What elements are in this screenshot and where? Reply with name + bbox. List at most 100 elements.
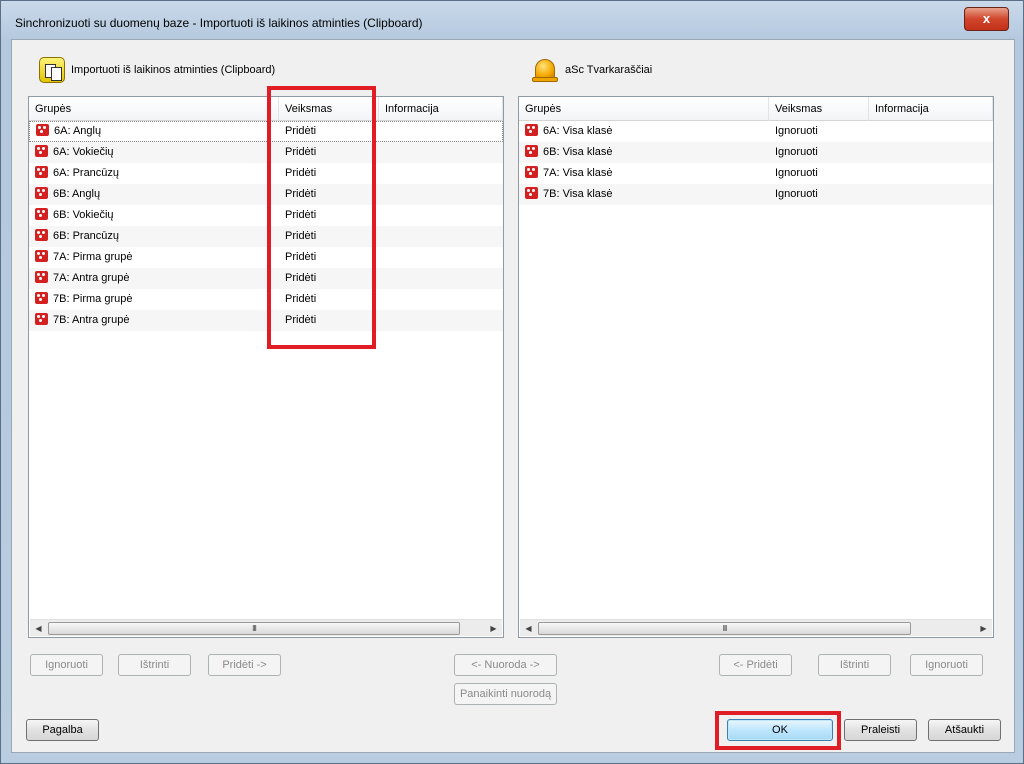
action-cell[interactable]: Ignoruoti — [769, 184, 869, 205]
action-column-highlight — [267, 86, 376, 349]
list-item[interactable]: 7B: Antra grupė Pridėti — [29, 310, 503, 331]
info-cell — [869, 142, 993, 163]
unlink-button[interactable]: Panaikinti nuorodą — [454, 683, 557, 705]
action-cell[interactable]: Ignoruoti — [769, 163, 869, 184]
group-name: 6B: Anglų — [53, 188, 101, 200]
list-item[interactable]: 6A: Prancūzų Pridėti — [29, 163, 503, 184]
scroll-left-arrow-icon[interactable]: ◀ — [30, 620, 47, 637]
link-button[interactable]: <- Nuoroda -> — [454, 654, 557, 676]
left-col-info[interactable]: Informacija — [379, 97, 503, 121]
right-list-header: Grupės Veiksmas Informacija — [519, 97, 993, 121]
skip-button[interactable]: Praleisti — [844, 719, 917, 741]
list-item[interactable]: 6B: Anglų Pridėti — [29, 184, 503, 205]
right-col-groups[interactable]: Grupės — [519, 97, 769, 121]
group-cell: 6A: Prancūzų — [29, 163, 279, 184]
clipboard-icon — [39, 57, 65, 83]
title-bar[interactable]: Sinchronizuoti su duomenų baze - Importu… — [1, 1, 1023, 39]
group-name: 7A: Pirma grupė — [53, 251, 133, 263]
right-add-button[interactable]: <- Pridėti — [719, 654, 792, 676]
list-item[interactable]: 7A: Antra grupė Pridėti — [29, 268, 503, 289]
info-cell — [379, 142, 503, 163]
scroll-left-arrow-icon[interactable]: ◀ — [520, 620, 537, 637]
left-list-header: Grupės Veiksmas Informacija — [29, 97, 503, 121]
group-icon — [525, 166, 538, 178]
list-item[interactable]: 7A: Visa klasė Ignoruoti — [519, 163, 993, 184]
info-cell — [379, 226, 503, 247]
info-cell — [869, 184, 993, 205]
group-name: 6B: Prancūzų — [53, 230, 120, 242]
group-cell: 7B: Pirma grupė — [29, 289, 279, 310]
group-name: 7B: Pirma grupė — [53, 293, 133, 305]
group-icon — [35, 166, 48, 178]
group-icon — [35, 208, 48, 220]
right-scroll-thumb[interactable]: III — [538, 622, 911, 635]
group-name: 6B: Visa klasė — [543, 146, 613, 158]
group-icon — [35, 187, 48, 199]
list-item[interactable]: 7B: Visa klasė Ignoruoti — [519, 184, 993, 205]
list-item[interactable]: 6B: Vokiečių Pridėti — [29, 205, 503, 226]
help-button[interactable]: Pagalba — [26, 719, 99, 741]
scroll-right-arrow-icon[interactable]: ▶ — [485, 620, 502, 637]
left-scroll-thumb[interactable]: III — [48, 622, 460, 635]
group-name: 7A: Visa klasė — [543, 167, 613, 179]
left-source-header: Importuoti iš laikinos atminties (Clipbo… — [39, 57, 275, 83]
list-item[interactable]: 6A: Anglų Pridėti — [29, 121, 503, 142]
info-cell — [869, 121, 993, 142]
group-cell: 7B: Visa klasė — [519, 184, 769, 205]
close-button[interactable]: x — [964, 7, 1009, 31]
group-cell: 6B: Anglų — [29, 184, 279, 205]
list-item[interactable]: 7B: Pirma grupė Pridėti — [29, 289, 503, 310]
group-cell: 6B: Prancūzų — [29, 226, 279, 247]
info-cell — [869, 163, 993, 184]
group-name: 7B: Antra grupė — [53, 314, 130, 326]
right-list-rows: 6A: Visa klasė Ignoruoti 6B: Visa klasė Ign… — [519, 121, 993, 205]
info-cell — [379, 247, 503, 268]
right-col-action[interactable]: Veiksmas — [769, 97, 869, 121]
list-item[interactable]: 7A: Pirma grupė Pridėti — [29, 247, 503, 268]
right-col-info[interactable]: Informacija — [869, 97, 993, 121]
info-cell — [379, 121, 502, 142]
right-horizontal-scrollbar[interactable]: ◀ III ▶ — [520, 619, 992, 636]
group-icon — [35, 229, 48, 241]
list-item[interactable]: 6B: Visa klasė Ignoruoti — [519, 142, 993, 163]
group-cell: 7A: Antra grupė — [29, 268, 279, 289]
list-item[interactable]: 6B: Prancūzų Pridėti — [29, 226, 503, 247]
left-add-button[interactable]: Pridėti -> — [208, 654, 281, 676]
left-ignore-button[interactable]: Ignoruoti — [30, 654, 103, 676]
group-cell: 7A: Pirma grupė — [29, 247, 279, 268]
dialog-window: Sinchronizuoti su duomenų baze - Importu… — [0, 0, 1024, 764]
group-name: 6A: Visa klasė — [543, 125, 613, 137]
action-cell[interactable]: Ignoruoti — [769, 142, 869, 163]
right-ignore-button[interactable]: Ignoruoti — [910, 654, 983, 676]
list-item[interactable]: 6A: Visa klasė Ignoruoti — [519, 121, 993, 142]
left-groups-list[interactable]: Grupės Veiksmas Informacija 6A: Anglų Pri… — [28, 96, 504, 638]
scroll-right-arrow-icon[interactable]: ▶ — [975, 620, 992, 637]
group-icon — [36, 124, 49, 136]
group-name: 6A: Prancūzų — [53, 167, 120, 179]
right-groups-list[interactable]: Grupės Veiksmas Informacija 6A: Visa kla… — [518, 96, 994, 638]
left-list-rows: 6A: Anglų Pridėti 6A: Vokiečių Pridėti 6A: P… — [29, 121, 503, 331]
group-name: 7A: Antra grupė — [53, 272, 130, 284]
info-cell — [379, 184, 503, 205]
window-title: Sinchronizuoti su duomenų baze - Importu… — [15, 16, 423, 30]
group-name: 7B: Visa klasė — [543, 188, 613, 200]
left-horizontal-scrollbar[interactable]: ◀ III ▶ — [30, 619, 502, 636]
group-icon — [525, 124, 538, 136]
dialog-client: Importuoti iš laikinos atminties (Clipbo… — [11, 39, 1015, 753]
right-source-label: aSc Tvarkaraščiai — [565, 64, 653, 76]
group-icon — [35, 271, 48, 283]
ok-button-highlight — [715, 711, 841, 750]
action-cell[interactable]: Ignoruoti — [769, 121, 869, 142]
left-col-groups[interactable]: Grupės — [29, 97, 279, 121]
group-icon — [35, 250, 48, 262]
left-delete-button[interactable]: Ištrinti — [118, 654, 191, 676]
right-delete-button[interactable]: Ištrinti — [818, 654, 891, 676]
group-cell: 6B: Visa klasė — [519, 142, 769, 163]
bell-icon — [531, 56, 559, 84]
group-icon — [525, 145, 538, 157]
cancel-button[interactable]: Atšaukti — [928, 719, 1001, 741]
group-icon — [35, 292, 48, 304]
info-cell — [379, 268, 503, 289]
list-item[interactable]: 6A: Vokiečių Pridėti — [29, 142, 503, 163]
group-cell: 6A: Vokiečių — [29, 142, 279, 163]
